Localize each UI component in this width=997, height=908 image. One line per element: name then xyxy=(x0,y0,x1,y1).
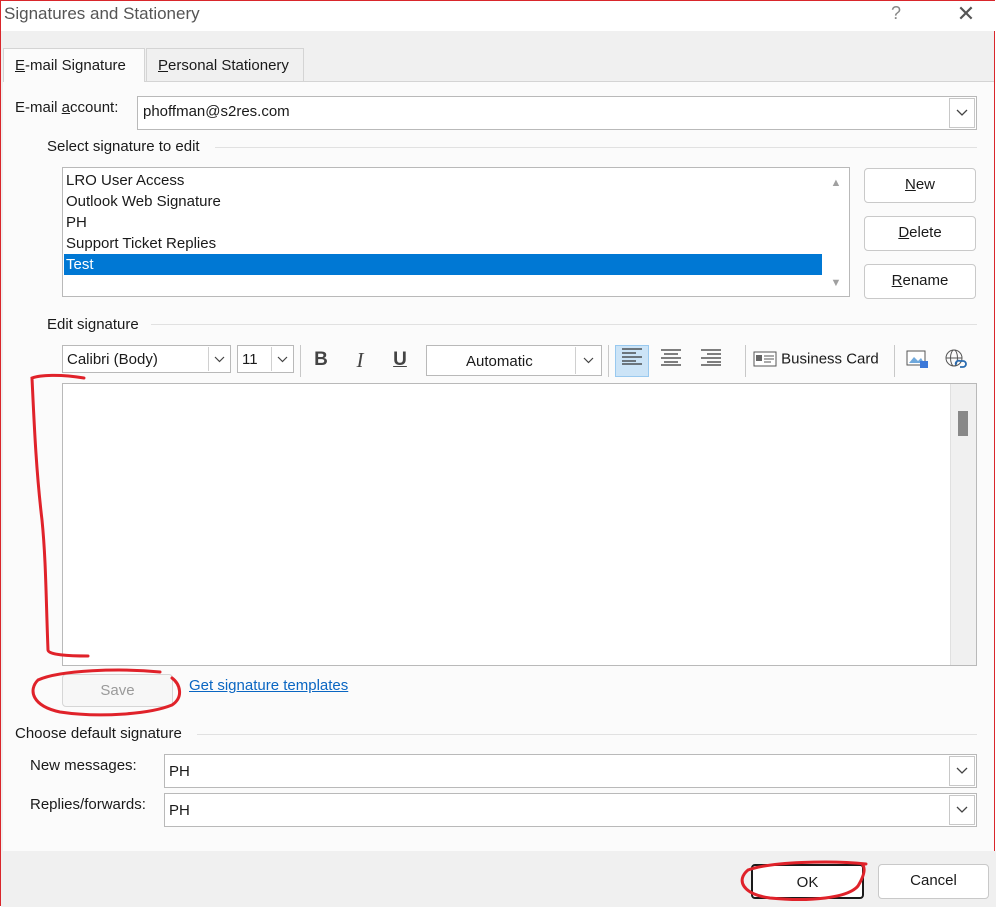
cancel-button[interactable]: Cancel xyxy=(878,864,989,899)
new-messages-label: New messages: xyxy=(30,757,137,774)
replies-forwards-label: Replies/forwards: xyxy=(30,796,146,813)
help-icon[interactable]: ? xyxy=(885,3,907,27)
title-bar: Signatures and Stationery ? ✕ xyxy=(1,1,996,31)
list-item[interactable]: Support Ticket Replies xyxy=(64,233,822,254)
new-messages-value: PH xyxy=(169,763,190,780)
replies-forwards-value: PH xyxy=(169,802,190,819)
replies-forwards-select[interactable]: PH xyxy=(164,793,977,827)
signatures-dialog: Signatures and Stationery ? ✕ E-mail Sig… xyxy=(0,0,996,907)
font-select[interactable]: Calibri (Body) xyxy=(62,345,231,373)
divider xyxy=(197,734,977,735)
tab-email-signature[interactable]: E-mail Signature xyxy=(3,48,145,82)
tab-personal-stationery[interactable]: Personal Stationery xyxy=(146,48,304,81)
chevron-down-icon[interactable] xyxy=(208,347,229,371)
hyperlink-icon[interactable] xyxy=(942,348,970,376)
chevron-down-icon[interactable] xyxy=(271,347,292,371)
list-item[interactable]: Outlook Web Signature xyxy=(64,191,822,212)
bold-icon[interactable]: B xyxy=(307,346,335,374)
email-account-value: phoffman@s2res.com xyxy=(143,103,290,120)
business-card-button[interactable]: Business Card xyxy=(753,350,879,374)
select-signature-heading: Select signature to edit xyxy=(47,138,200,155)
toolbar-separator xyxy=(894,345,895,377)
dialog-title: Signatures and Stationery xyxy=(4,4,200,23)
tab-personal-stationery-access-key: P xyxy=(158,57,169,74)
align-right-icon[interactable] xyxy=(697,347,725,375)
ok-button[interactable]: OK xyxy=(751,864,864,899)
new-messages-select[interactable]: PH xyxy=(164,754,977,788)
list-item[interactable]: PH xyxy=(64,212,822,233)
italic-icon[interactable]: I xyxy=(346,346,374,374)
align-left-icon[interactable] xyxy=(615,345,649,377)
align-center-icon[interactable] xyxy=(657,347,685,375)
list-scrollbar[interactable]: ▲ ▼ xyxy=(824,169,848,295)
signature-editor[interactable] xyxy=(62,383,977,666)
chevron-down-icon[interactable] xyxy=(949,756,975,786)
tab-email-signature-access-key: E xyxy=(15,57,26,74)
list-item-selected[interactable]: Test xyxy=(64,254,822,275)
new-button[interactable]: New xyxy=(864,168,976,203)
toolbar-separator xyxy=(300,345,301,377)
business-card-label: Business Card xyxy=(781,350,879,368)
toolbar-separator xyxy=(745,345,746,377)
insert-picture-icon[interactable] xyxy=(903,348,931,376)
tab-personal-stationery-label: ersonal Stationery xyxy=(168,57,289,74)
delete-button[interactable]: Delete xyxy=(864,216,976,251)
toolbar-separator xyxy=(608,345,609,377)
chevron-down-icon[interactable] xyxy=(575,347,600,374)
font-size-value: 11 xyxy=(242,351,258,368)
chevron-down-icon[interactable] xyxy=(949,98,975,128)
get-templates-link[interactable]: Get signature templates xyxy=(189,677,348,694)
signature-list[interactable]: LRO User Access Outlook Web Signature PH… xyxy=(62,167,850,297)
business-card-icon xyxy=(753,351,777,367)
edit-signature-heading: Edit signature xyxy=(47,316,139,333)
divider xyxy=(151,324,977,325)
tab-email-signature-label: -mail Signature xyxy=(25,57,126,74)
email-account-select[interactable]: phoffman@s2res.com xyxy=(137,96,977,130)
save-button[interactable]: Save xyxy=(62,674,173,707)
email-account-label: E-mail account: xyxy=(15,99,119,116)
editor-scrollbar[interactable] xyxy=(950,384,976,665)
default-signature-heading: Choose default signature xyxy=(15,725,182,742)
font-color-value: Automatic xyxy=(466,353,533,370)
rename-button[interactable]: Rename xyxy=(864,264,976,299)
scroll-down-icon[interactable]: ▼ xyxy=(824,273,848,293)
scroll-thumb[interactable] xyxy=(958,411,968,436)
scroll-up-icon[interactable]: ▲ xyxy=(824,173,848,193)
list-item[interactable]: LRO User Access xyxy=(64,170,822,191)
font-color-select[interactable]: Automatic xyxy=(426,345,602,376)
divider xyxy=(215,147,977,148)
chevron-down-icon[interactable] xyxy=(949,795,975,825)
underline-icon[interactable]: U xyxy=(386,346,414,374)
close-icon[interactable]: ✕ xyxy=(953,3,979,27)
font-size-select[interactable]: 11 xyxy=(237,345,294,373)
font-value: Calibri (Body) xyxy=(67,351,158,368)
